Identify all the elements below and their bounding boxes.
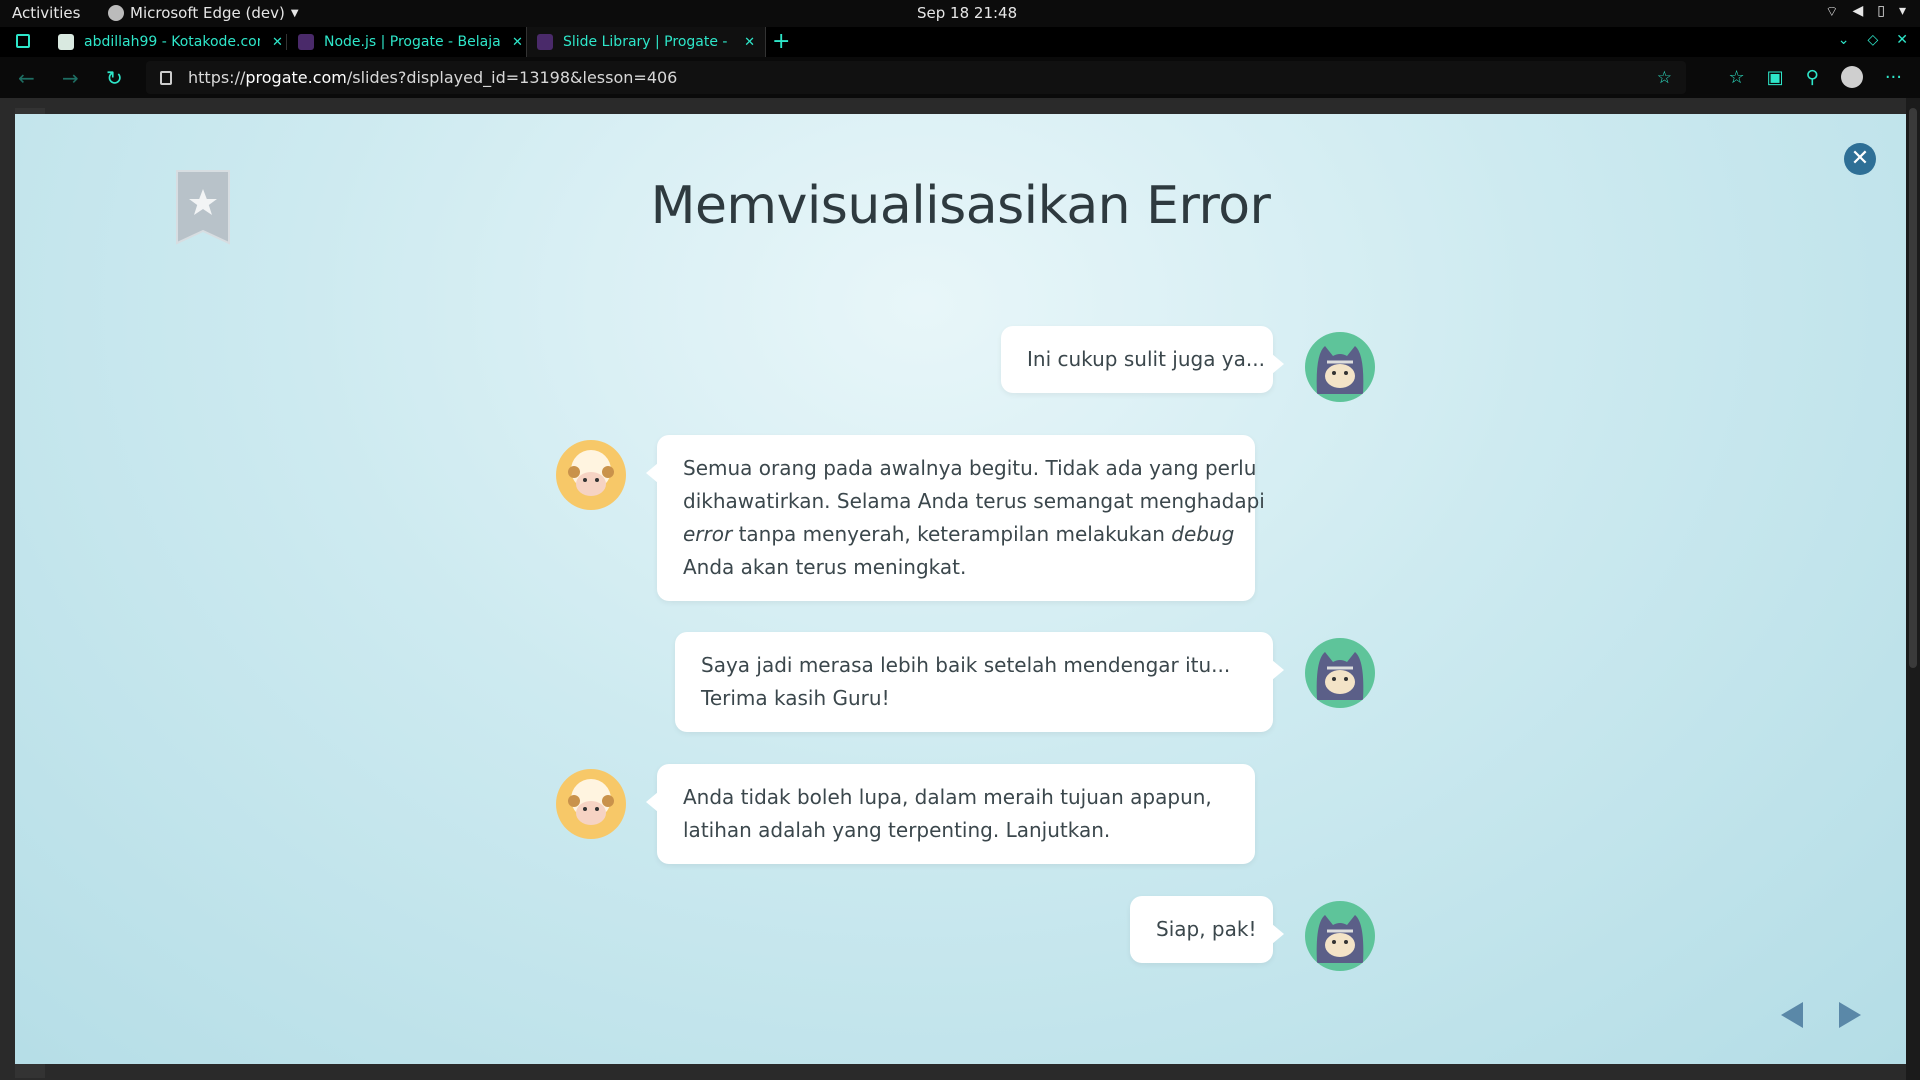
chat-bubble-teacher: Anda tidak boleh lupa, dalam meraih tuju…: [646, 764, 1255, 864]
tab-actions-icon[interactable]: [16, 34, 30, 48]
close-tab-icon[interactable]: ✕: [272, 35, 283, 50]
progate-favicon-icon: [537, 34, 553, 50]
ninja-cat-avatar: [1305, 332, 1375, 402]
system-top-bar: Activities Microsoft Edge (dev) ▼ Sep 18…: [0, 0, 1920, 27]
lock-icon[interactable]: [160, 70, 172, 85]
activities-button[interactable]: Activities: [12, 4, 80, 22]
slide-modal: ✕ Memvisualisasikan Error Ini cukup suli…: [15, 114, 1906, 1064]
extensions-icon[interactable]: ⚲: [1806, 67, 1819, 88]
address-bar[interactable]: https://progate.com/slides?displayed_id=…: [146, 61, 1686, 94]
kotakode-favicon-icon: [58, 34, 74, 50]
close-tab-icon[interactable]: ✕: [512, 35, 523, 50]
line-with-emphasis: error tanpa menyerah, keterampilan melak…: [683, 522, 1235, 546]
url-text[interactable]: https://progate.com/slides?displayed_id=…: [188, 68, 677, 87]
tab-title: Node.js | Progate - Belajar: [324, 34, 500, 50]
chat-bubble-teacher: Semua orang pada awalnya begitu. Tidak a…: [646, 435, 1265, 601]
battery-icon: ▯: [1877, 3, 1885, 19]
tab-title: abdillah99 - Kotakode.com: [84, 34, 260, 50]
edge-app-icon: [108, 5, 124, 21]
close-slide-button[interactable]: ✕: [1844, 143, 1876, 175]
close-window-icon[interactable]: ✕: [1896, 32, 1908, 48]
wifi-icon: ⌔: [1825, 4, 1839, 20]
add-favorite-icon[interactable]: ☆: [1657, 68, 1672, 88]
slide-title: Memvisualisasikan Error: [650, 176, 1271, 236]
sheep-teacher-avatar: [556, 440, 626, 510]
sheep-teacher-avatar: [556, 769, 626, 839]
chat-bubble-ninja: Ini cukup sulit juga ya...: [1001, 326, 1284, 393]
page-scrollbar[interactable]: [1906, 98, 1920, 1080]
favorites-icon[interactable]: ☆: [1728, 67, 1744, 88]
tab-nodejs-progate[interactable]: Node.js | Progate - Belajar ✕: [288, 27, 533, 57]
power-menu-icon: ▾: [1898, 3, 1906, 19]
forward-arrow-icon[interactable]: →: [62, 66, 79, 90]
app-name: Microsoft Edge (dev): [130, 4, 285, 22]
ninja-cat-avatar: [1305, 638, 1375, 708]
tab-slide-library[interactable]: Slide Library | Progate - Belajar ✕: [526, 27, 766, 57]
back-arrow-icon[interactable]: ←: [18, 66, 35, 90]
browser-toolbar: ← → ↻ https://progate.com/slides?display…: [0, 57, 1920, 98]
toolbar-actions: ☆ ▣ ⚲ ···: [1728, 66, 1902, 88]
app-menu[interactable]: Microsoft Edge (dev) ▼: [108, 4, 299, 22]
volume-icon: ◀: [1852, 3, 1864, 19]
chat-bubble-ninja: Siap, pak!: [1130, 896, 1284, 963]
close-tab-icon[interactable]: ✕: [744, 35, 755, 50]
previous-slide-arrow-icon[interactable]: [1781, 1002, 1803, 1028]
collections-icon[interactable]: ▣: [1767, 67, 1784, 88]
new-tab-icon[interactable]: +: [772, 29, 790, 54]
tab-list-chevron-icon[interactable]: ⌄: [1838, 32, 1850, 48]
ninja-cat-avatar: [1305, 901, 1375, 971]
minimize-icon[interactable]: ◇: [1867, 32, 1878, 48]
window-controls: ⌄ ◇ ✕: [1838, 32, 1908, 48]
more-menu-icon[interactable]: ···: [1885, 67, 1902, 88]
slide-navigation: [1781, 1002, 1861, 1028]
clock[interactable]: Sep 18 21:48: [917, 4, 1017, 22]
tab-kotakode[interactable]: abdillah99 - Kotakode.com ✕: [48, 27, 293, 57]
reload-icon[interactable]: ↻: [106, 66, 123, 90]
browser-tab-strip: abdillah99 - Kotakode.com ✕ Node.js | Pr…: [0, 27, 1920, 57]
system-tray[interactable]: ⌔ ◀ ▯ ▾: [1825, 3, 1906, 21]
tab-title: Slide Library | Progate - Belajar: [563, 34, 732, 50]
chevron-down-icon: ▼: [290, 7, 299, 19]
profile-avatar[interactable]: [1840, 66, 1863, 88]
progate-favicon-icon: [298, 34, 314, 50]
chat-bubble-ninja: Saya jadi merasa lebih baik setelah mend…: [675, 632, 1284, 732]
next-slide-arrow-icon[interactable]: [1839, 1002, 1861, 1028]
